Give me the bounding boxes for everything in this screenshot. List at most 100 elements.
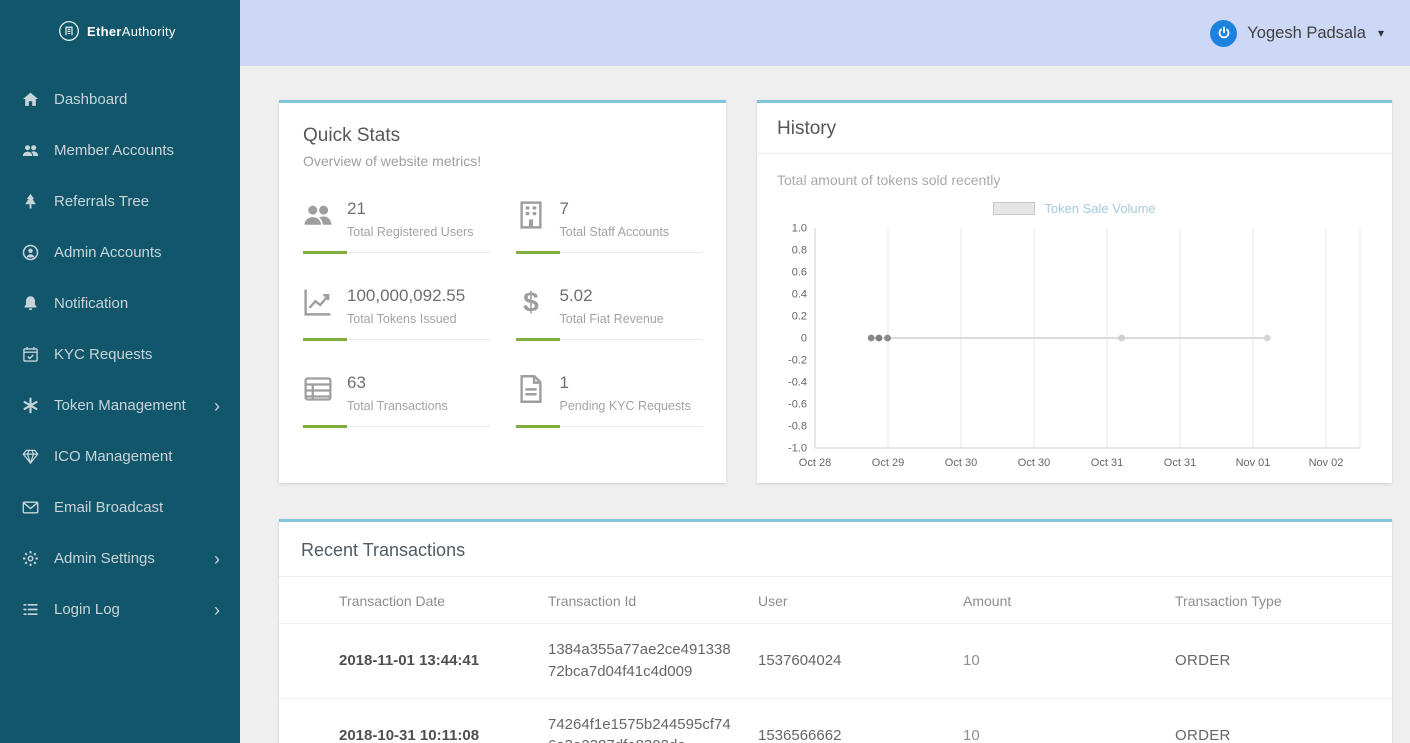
cell-amount: 10: [963, 623, 1175, 699]
stat-label: Total Fiat Revenue: [559, 312, 664, 326]
sidebar-item-label: Referrals Tree: [54, 193, 150, 210]
gear-icon: [22, 550, 39, 567]
caret-down-icon: ▾: [1377, 26, 1384, 40]
stat-label: Pending KYC Requests: [559, 399, 691, 413]
file-icon: [516, 374, 546, 404]
sidebar-item-label: Notification: [54, 295, 129, 312]
sidebar-item-ico-management[interactable]: ICO Management: [0, 431, 240, 482]
users-icon: [22, 142, 39, 159]
col-transaction-id: Transaction Id: [548, 577, 758, 624]
bell-icon: [22, 295, 39, 312]
sidebar-item-label: Admin Settings: [54, 550, 155, 567]
cell-transaction-id: 74264f1e1575b244595cf746a3a2387dfe8302da: [548, 698, 758, 743]
quick-stats-subtitle: Overview of website metrics!: [303, 153, 482, 169]
cell-type: ORDER: [1175, 623, 1392, 699]
calendar-check-icon: [22, 346, 39, 363]
transactions-card: Recent Transactions Transaction Date Tra…: [279, 519, 1392, 743]
stat-accent-bar: [515, 338, 560, 341]
stat-accent-bar: [515, 425, 560, 428]
users-icon: [303, 200, 333, 230]
svg-text:-0.8: -0.8: [788, 421, 807, 433]
cell-user: 1537604024: [758, 623, 963, 699]
stat-accent-bar: [303, 251, 347, 254]
stat-accent-bar: [303, 338, 347, 341]
stat-accent-bar: [303, 425, 347, 428]
svg-text:Oct 31: Oct 31: [1091, 457, 1123, 469]
home-icon: [22, 91, 39, 108]
svg-text:-0.6: -0.6: [788, 399, 807, 411]
cell-type: ORDER: [1175, 698, 1392, 743]
sidebar-item-label: Login Log: [54, 601, 120, 618]
chevron-right-icon: ›: [214, 395, 220, 416]
svg-text:Oct 30: Oct 30: [1018, 457, 1050, 469]
stat-accent-bar: [515, 251, 560, 254]
chart-legend[interactable]: Token Sale Volume: [777, 201, 1372, 216]
svg-text:Oct 30: Oct 30: [945, 457, 977, 469]
sidebar-item-label: Admin Accounts: [54, 244, 162, 261]
dollar-icon: $: [516, 287, 546, 317]
user-avatar-icon: [1210, 19, 1238, 47]
sidebar-item-admin-settings[interactable]: Admin Settings ›: [0, 533, 240, 584]
table-row: 2018-10-31 10:11:08 74264f1e1575b244595c…: [279, 698, 1392, 743]
sidebar-item-dashboard[interactable]: Dashboard: [0, 74, 240, 125]
cell-date: 2018-10-31 10:11:08: [279, 698, 548, 743]
token-icon: [22, 397, 39, 414]
history-subtitle: Total amount of tokens sold recently: [777, 172, 1001, 188]
chevron-right-icon: ›: [214, 599, 220, 620]
col-transaction-date: Transaction Date: [279, 577, 548, 624]
stat-label: Total Staff Accounts: [559, 225, 670, 239]
col-transaction-type: Transaction Type: [1175, 577, 1392, 624]
cell-user: 1536566662: [758, 698, 963, 743]
quick-stats-card: Quick Stats Overview of website metrics!…: [279, 100, 726, 483]
user-name: Yogesh Padsala: [1247, 23, 1366, 42]
stat-tile: 21 Total Registered Users: [303, 199, 490, 254]
building-icon: [516, 200, 546, 230]
svg-text:0.4: 0.4: [792, 289, 807, 301]
svg-text:0.8: 0.8: [792, 245, 807, 257]
sidebar-item-label: Email Broadcast: [54, 499, 164, 516]
history-card: History Total amount of tokens sold rece…: [757, 100, 1392, 483]
svg-text:-1.0: -1.0: [788, 443, 807, 455]
stat-tile: 100,000,092.55 Total Tokens Issued: [303, 286, 490, 341]
sidebar-item-label: Token Management: [54, 397, 186, 414]
stat-tile: 63 Total Transactions: [303, 373, 490, 428]
chevron-right-icon: ›: [214, 548, 220, 569]
sidebar-item-email-broadcast[interactable]: Email Broadcast: [0, 482, 240, 533]
list-icon: [22, 601, 39, 618]
stat-label: Total Transactions: [347, 399, 448, 413]
svg-text:1.0: 1.0: [792, 223, 807, 235]
sidebar-item-label: Member Accounts: [54, 142, 175, 159]
chart-line-icon: [303, 287, 333, 317]
stat-label: Total Tokens Issued: [347, 312, 457, 326]
sidebar-item-referrals-tree[interactable]: Referrals Tree: [0, 176, 240, 227]
history-title: History: [757, 103, 1392, 154]
envelope-icon: [22, 499, 39, 516]
svg-text:Oct 29: Oct 29: [872, 457, 904, 469]
brand-logo[interactable]: EtherAuthority: [0, 0, 240, 58]
sidebar-item-member-accounts[interactable]: Member Accounts: [0, 125, 240, 176]
svg-text:Nov 01: Nov 01: [1236, 457, 1271, 469]
sidebar-item-notification[interactable]: Notification: [0, 278, 240, 329]
sidebar-item-token-management[interactable]: Token Management ›: [0, 380, 240, 431]
table-header-row: Transaction Date Transaction Id User Amo…: [279, 577, 1392, 624]
token-sale-chart: Oct 28 Oct 29 Oct 30 Oct 30 Oct 31 Oct 31 Nov …: [788, 223, 1361, 469]
stats-grid: 21 Total Registered Users 7 Total Staff …: [303, 199, 702, 428]
svg-text:-0.4: -0.4: [788, 377, 807, 389]
svg-text:0: 0: [801, 333, 807, 345]
sidebar-item-kyc-requests[interactable]: KYC Requests: [0, 329, 240, 380]
transactions-body: 2018-11-01 13:44:41 1384a355a77ae2ce4913…: [279, 623, 1392, 743]
svg-text:$: $: [523, 287, 539, 317]
stat-tile: 1 Pending KYC Requests: [515, 373, 702, 428]
sidebar-item-label: Dashboard: [54, 91, 128, 108]
stat-value: 100,000,092.55: [347, 286, 466, 305]
col-amount: Amount: [963, 577, 1175, 624]
transactions-table: Transaction Date Transaction Id User Amo…: [279, 577, 1392, 743]
sidebar-item-label: ICO Management: [54, 448, 173, 465]
svg-text:-0.2: -0.2: [788, 355, 807, 367]
user-menu[interactable]: Yogesh Padsala ▾: [1210, 19, 1384, 47]
cell-amount: 10: [963, 698, 1175, 743]
transactions-title: Recent Transactions: [279, 522, 1392, 577]
sidebar-item-login-log[interactable]: Login Log ›: [0, 584, 240, 635]
sidebar-item-admin-accounts[interactable]: Admin Accounts: [0, 227, 240, 278]
diamond-icon: [22, 448, 39, 465]
